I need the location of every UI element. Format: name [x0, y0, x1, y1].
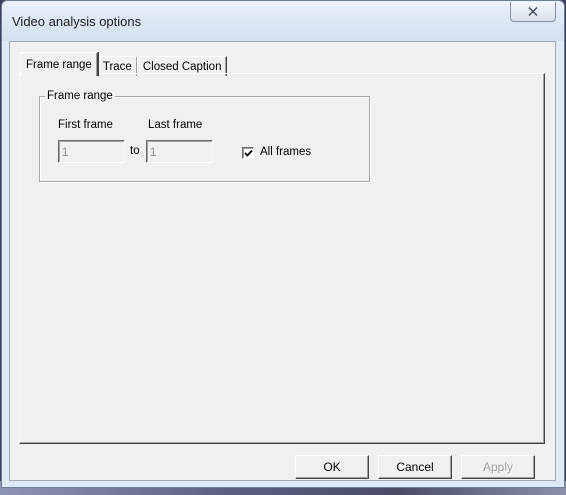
all-frames-checkbox[interactable] — [242, 147, 254, 159]
apply-button[interactable]: Apply — [461, 455, 535, 479]
close-button[interactable] — [510, 2, 556, 22]
frame-range-group: Frame range — [39, 90, 370, 182]
group-title: Frame range — [45, 90, 115, 102]
ok-button[interactable]: OK — [295, 455, 369, 479]
to-label: to — [130, 145, 140, 157]
window-title: Video analysis options — [12, 14, 142, 29]
tab-frame-range[interactable]: Frame range — [20, 52, 98, 76]
close-icon — [528, 7, 538, 16]
title-bar[interactable]: Video analysis options — [2, 1, 564, 41]
dialog-body: Frame range Trace Closed Caption Frame r… — [9, 41, 556, 481]
last-frame-label: Last frame — [148, 119, 203, 131]
first-frame-input[interactable] — [58, 140, 125, 163]
all-frames-label[interactable]: All frames — [260, 146, 311, 158]
last-frame-input[interactable] — [146, 140, 213, 163]
first-frame-label: First frame — [58, 119, 113, 131]
cancel-button[interactable]: Cancel — [378, 455, 452, 479]
dialog-window: Video analysis options Frame range Trace… — [1, 0, 565, 488]
checkmark-icon — [244, 149, 253, 157]
